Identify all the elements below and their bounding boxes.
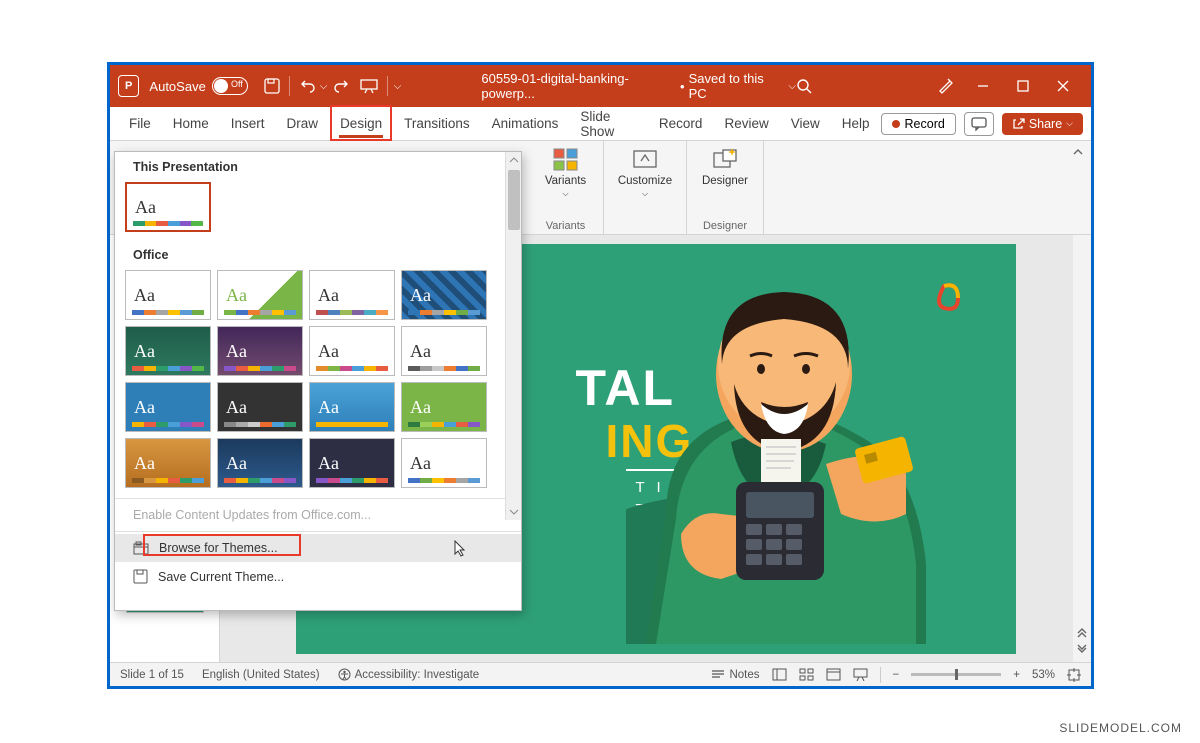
cursor-icon — [453, 540, 467, 558]
dropdown-section-this-presentation: This Presentation — [115, 152, 521, 180]
customize-icon — [631, 147, 659, 173]
pen-icon[interactable] — [937, 77, 955, 95]
document-title[interactable]: 60559-01-digital-banking-powerp... • Sav… — [481, 71, 796, 101]
theme-office-8[interactable]: Aa — [401, 326, 487, 376]
variants-button[interactable]: Variants ⌵ — [539, 145, 592, 201]
prev-slide-icon[interactable] — [1076, 628, 1088, 638]
vertical-scrollbar[interactable] — [1073, 235, 1091, 662]
slide-counter[interactable]: Slide 1 of 15 — [120, 669, 184, 681]
theme-office-14[interactable]: Aa — [217, 438, 303, 488]
notes-icon — [711, 669, 725, 680]
designer-group-label: Designer — [703, 220, 747, 232]
accessibility-status[interactable]: Accessibility: Investigate — [338, 668, 480, 681]
share-button[interactable]: Share ⌵ — [1002, 113, 1083, 135]
sorter-view-icon[interactable] — [799, 668, 814, 681]
enable-content-updates: Enable Content Updates from Office.com..… — [115, 501, 521, 529]
variants-icon — [552, 147, 580, 173]
present-icon[interactable] — [360, 77, 378, 95]
theme-office-5[interactable]: Aa — [125, 326, 211, 376]
watermark: SLIDEMODEL.COM — [1059, 721, 1182, 735]
record-button[interactable]: Record — [881, 113, 956, 135]
collapse-ribbon-icon[interactable] — [1071, 145, 1085, 159]
tab-insert[interactable]: Insert — [220, 107, 276, 141]
fit-window-icon[interactable] — [1067, 668, 1081, 682]
tab-animations[interactable]: Animations — [481, 107, 570, 141]
dropdown-scrollbar[interactable] — [505, 152, 521, 520]
theme-office-15[interactable]: Aa — [309, 438, 395, 488]
save-current-theme[interactable]: Save Current Theme... — [115, 562, 521, 591]
chevron-down-icon: ⌵ — [788, 81, 796, 92]
theme-office-4[interactable]: Aa — [401, 270, 487, 320]
undo-icon[interactable] — [299, 77, 316, 95]
powerpoint-logo-icon: P — [118, 75, 139, 97]
tab-help[interactable]: Help — [831, 107, 881, 141]
redo-icon[interactable] — [332, 77, 349, 95]
zoom-out-icon[interactable]: − — [893, 669, 900, 681]
man-illustration — [626, 264, 966, 644]
tab-transitions[interactable]: Transitions — [393, 107, 481, 141]
tab-review[interactable]: Review — [713, 107, 779, 141]
tab-slideshow[interactable]: Slide Show — [569, 107, 648, 141]
zoom-level[interactable]: 53% — [1032, 669, 1055, 681]
theme-office-9[interactable]: Aa — [125, 382, 211, 432]
language-status[interactable]: English (United States) — [202, 669, 320, 681]
autosave-toggle[interactable]: AutoSave Off — [149, 77, 247, 95]
save-icon[interactable] — [263, 77, 280, 95]
theme-office-6[interactable]: Aa — [217, 326, 303, 376]
slideshow-view-icon[interactable] — [853, 668, 868, 681]
record-dot-icon — [892, 120, 900, 128]
tab-home[interactable]: Home — [162, 107, 220, 141]
zoom-slider[interactable] — [911, 673, 1001, 676]
tab-design[interactable]: Design — [329, 107, 393, 141]
ribbon-tabs: File Home Insert Draw Design Transitions… — [110, 107, 1091, 141]
notes-button[interactable]: Notes — [711, 669, 759, 681]
designer-button[interactable]: Designer — [696, 145, 754, 189]
customize-button[interactable]: Customize ⌵ — [612, 145, 678, 201]
accessibility-icon — [338, 668, 351, 681]
tab-record[interactable]: Record — [648, 107, 714, 141]
zoom-in-icon[interactable]: + — [1013, 669, 1020, 681]
theme-office-1[interactable]: Aa — [125, 270, 211, 320]
theme-office-16[interactable]: Aa — [401, 438, 487, 488]
tab-view[interactable]: View — [780, 107, 831, 141]
theme-current[interactable]: Aa — [125, 182, 211, 232]
variants-group-label: Variants — [546, 220, 586, 232]
qat-dropdown-icon[interactable]: ⌵ — [394, 81, 402, 92]
titlebar: P AutoSave Off ⌵ ⌵ 60559-01-digital-bank… — [110, 65, 1091, 107]
close-button[interactable] — [1043, 71, 1083, 101]
tab-file[interactable]: File — [118, 107, 162, 141]
theme-office-3[interactable]: Aa — [309, 270, 395, 320]
undo-dropdown-icon[interactable]: ⌵ — [320, 81, 328, 92]
search-button[interactable] — [796, 78, 812, 94]
tab-draw[interactable]: Draw — [276, 107, 330, 141]
maximize-button[interactable] — [1003, 71, 1043, 101]
comments-button[interactable] — [964, 112, 994, 136]
theme-office-11[interactable]: Aa — [309, 382, 395, 432]
statusbar: Slide 1 of 15 English (United States) Ac… — [110, 662, 1091, 686]
save-theme-icon — [133, 569, 148, 584]
autosave-state: Off — [231, 79, 243, 89]
themes-dropdown: This Presentation Aa Office Aa Aa Aa Aa … — [114, 151, 522, 611]
next-slide-icon[interactable] — [1076, 644, 1088, 654]
browse-icon — [133, 541, 149, 555]
minimize-button[interactable] — [963, 71, 1003, 101]
autosave-label: AutoSave — [149, 79, 205, 94]
reading-view-icon[interactable] — [826, 668, 841, 681]
theme-office-7[interactable]: Aa — [309, 326, 395, 376]
theme-office-12[interactable]: Aa — [401, 382, 487, 432]
theme-office-13[interactable]: Aa — [125, 438, 211, 488]
normal-view-icon[interactable] — [772, 668, 787, 681]
browse-for-themes[interactable]: Browse for Themes... — [115, 534, 521, 562]
dropdown-section-office: Office — [115, 240, 521, 268]
theme-office-10[interactable]: Aa — [217, 382, 303, 432]
toggle-knob-icon — [214, 79, 228, 93]
theme-office-2[interactable]: Aa — [217, 270, 303, 320]
designer-icon — [711, 147, 739, 173]
toggle-pill[interactable]: Off — [212, 77, 248, 95]
app-window: P AutoSave Off ⌵ ⌵ 60559-01-digital-bank… — [107, 62, 1094, 689]
